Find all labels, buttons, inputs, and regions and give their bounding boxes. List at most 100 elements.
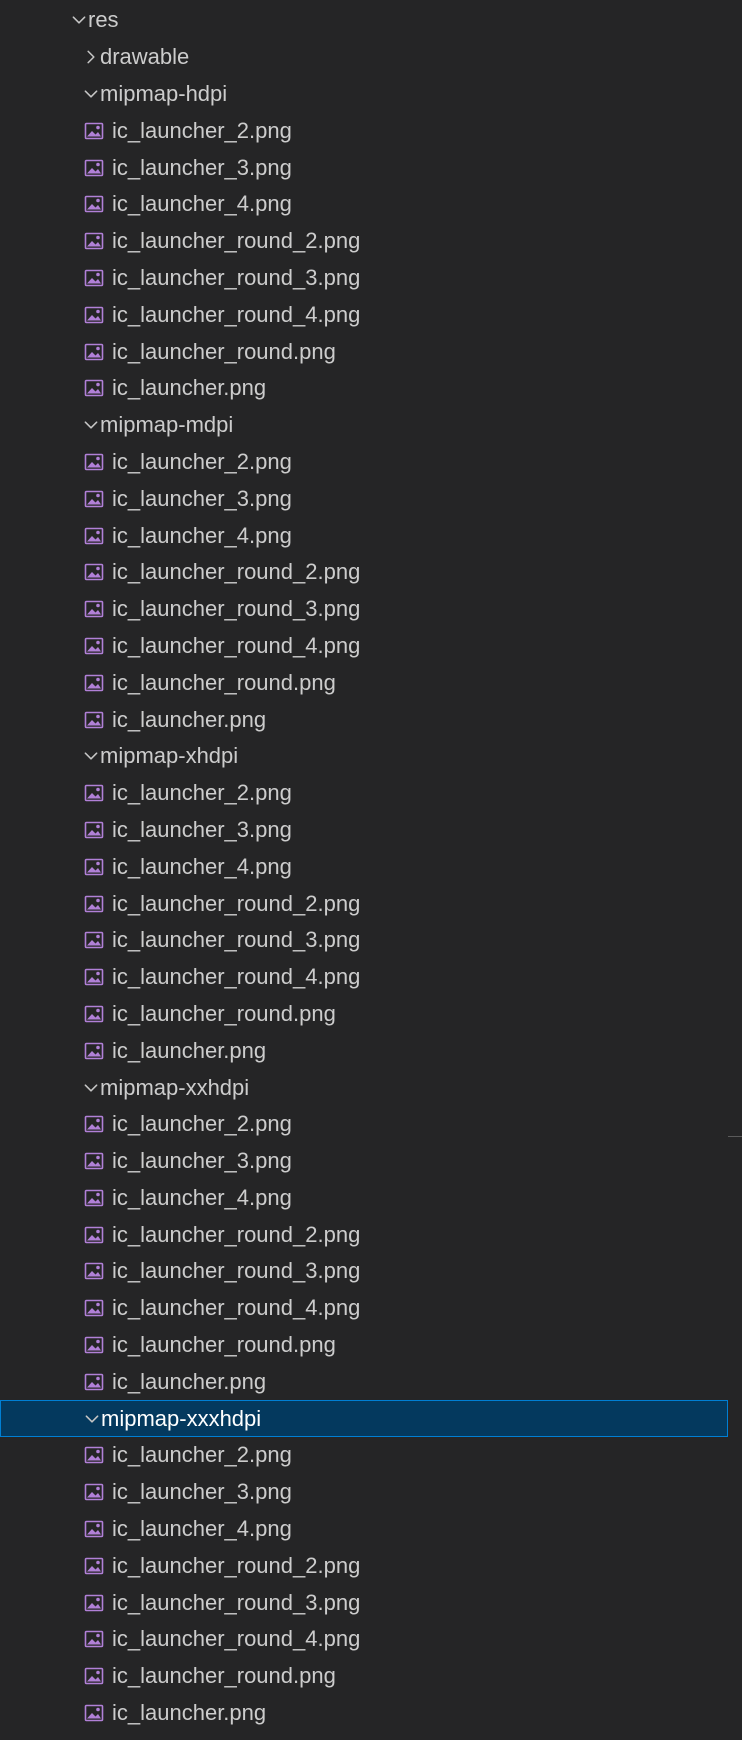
file-row[interactable]: ic_launcher.png xyxy=(0,1363,742,1400)
image-file-icon xyxy=(84,526,104,546)
file-row[interactable]: ic_launcher_2.png xyxy=(0,1106,742,1143)
file-row[interactable]: ic_launcher_4.png xyxy=(0,848,742,885)
image-file-icon xyxy=(84,452,104,472)
folder-row[interactable]: drawable xyxy=(0,39,742,76)
folder-label: mipmap-xxxhdpi xyxy=(101,1405,262,1431)
image-file-icon xyxy=(84,1482,104,1502)
file-row[interactable]: ic_launcher_2.png xyxy=(0,775,742,812)
file-row[interactable]: ic_launcher_round_4.png xyxy=(0,296,742,333)
folder-label: mipmap-hdpi xyxy=(100,80,228,106)
folder-row[interactable]: mipmap-xxhdpi xyxy=(0,1069,742,1106)
file-row[interactable]: ic_launcher_round.png xyxy=(0,1327,742,1364)
image-file-icon xyxy=(84,1225,104,1245)
image-file-icon xyxy=(84,1593,104,1613)
file-label: ic_launcher_round_3.png xyxy=(112,927,361,953)
image-file-icon xyxy=(84,268,104,288)
file-row[interactable]: ic_launcher_3.png xyxy=(0,1143,742,1180)
file-label: ic_launcher_round.png xyxy=(112,1000,336,1026)
file-row[interactable]: ic_launcher_round_3.png xyxy=(0,1253,742,1290)
file-row[interactable]: ic_launcher_2.png xyxy=(0,112,742,149)
file-label: ic_launcher_round_4.png xyxy=(112,301,361,327)
chevron-down-icon[interactable] xyxy=(80,83,102,105)
image-file-icon xyxy=(84,894,104,914)
file-label: ic_launcher_2.png xyxy=(112,1442,292,1468)
image-file-icon xyxy=(84,489,104,509)
file-row[interactable]: ic_launcher_round_4.png xyxy=(0,959,742,996)
file-row[interactable]: ic_launcher_2.png xyxy=(0,1437,742,1474)
image-file-icon xyxy=(84,1519,104,1539)
file-row[interactable]: ic_launcher_round_2.png xyxy=(0,1547,742,1584)
file-row[interactable]: ic_launcher_4.png xyxy=(0,1511,742,1548)
image-file-icon xyxy=(84,1261,104,1281)
file-row[interactable]: ic_launcher_3.png xyxy=(0,812,742,849)
file-label: ic_launcher_round_3.png xyxy=(112,264,361,290)
file-label: ic_launcher_2.png xyxy=(112,1111,292,1137)
file-label: ic_launcher.png xyxy=(112,1037,267,1063)
image-file-icon xyxy=(84,636,104,656)
file-label: ic_launcher_round_3.png xyxy=(112,1258,361,1284)
folder-row[interactable]: mipmap-xhdpi xyxy=(0,738,742,775)
chevron-down-icon[interactable] xyxy=(81,1408,103,1430)
image-file-icon xyxy=(84,562,104,582)
image-file-icon xyxy=(84,1556,104,1576)
file-row[interactable]: ic_launcher_round_2.png xyxy=(0,885,742,922)
file-row[interactable]: ic_launcher.png xyxy=(0,1032,742,1069)
folder-row[interactable]: mipmap-mdpi xyxy=(0,407,742,444)
file-row[interactable]: ic_launcher_4.png xyxy=(0,1180,742,1217)
file-label: ic_launcher_3.png xyxy=(112,154,292,180)
chevron-right-icon[interactable] xyxy=(80,46,102,68)
file-row[interactable]: ic_launcher_round_4.png xyxy=(0,1290,742,1327)
chevron-down-icon[interactable] xyxy=(80,1077,102,1099)
file-row[interactable]: ic_launcher_round.png xyxy=(0,333,742,370)
image-file-icon xyxy=(84,930,104,950)
image-file-icon xyxy=(84,673,104,693)
file-row[interactable]: ic_launcher.png xyxy=(0,1695,742,1732)
folder-label: mipmap-xhdpi xyxy=(100,743,239,769)
image-file-icon xyxy=(84,1666,104,1686)
folder-label: mipmap-xxhdpi xyxy=(100,1074,250,1100)
file-row[interactable]: ic_launcher_2.png xyxy=(0,444,742,481)
file-row[interactable]: ic_launcher_round_2.png xyxy=(0,554,742,591)
file-row[interactable]: ic_launcher_round_3.png xyxy=(0,260,742,297)
folder-row[interactable]: res xyxy=(0,2,742,39)
image-file-icon xyxy=(84,1445,104,1465)
file-row[interactable]: ic_launcher_round.png xyxy=(0,996,742,1033)
file-label: ic_launcher_round_4.png xyxy=(112,1626,361,1652)
file-row[interactable]: ic_launcher_round_2.png xyxy=(0,223,742,260)
chevron-down-icon[interactable] xyxy=(68,9,90,31)
file-row[interactable]: ic_launcher_4.png xyxy=(0,517,742,554)
file-row[interactable]: ic_launcher_3.png xyxy=(0,1474,742,1511)
image-file-icon xyxy=(84,967,104,987)
image-file-icon xyxy=(84,783,104,803)
image-file-icon xyxy=(84,1298,104,1318)
file-row[interactable]: ic_launcher_round_4.png xyxy=(0,628,742,665)
file-row[interactable]: ic_launcher.png xyxy=(0,701,742,738)
image-file-icon xyxy=(84,1151,104,1171)
file-row[interactable]: ic_launcher_4.png xyxy=(0,186,742,223)
file-row[interactable]: ic_launcher_round_4.png xyxy=(0,1621,742,1658)
file-label: ic_launcher_round.png xyxy=(112,1332,336,1358)
chevron-down-icon[interactable] xyxy=(80,414,102,436)
image-file-icon xyxy=(84,1703,104,1723)
image-file-icon xyxy=(84,378,104,398)
folder-row[interactable]: mipmap-hdpi xyxy=(0,76,742,113)
folder-row[interactable]: mipmap-xxxhdpi xyxy=(0,1400,728,1438)
file-row[interactable]: ic_launcher.png xyxy=(0,370,742,407)
image-file-icon xyxy=(84,820,104,840)
file-row[interactable]: ic_launcher_round.png xyxy=(0,664,742,701)
file-row[interactable]: ic_launcher_round_3.png xyxy=(0,591,742,628)
file-label: ic_launcher_3.png xyxy=(112,1148,292,1174)
file-row[interactable]: ic_launcher_round_3.png xyxy=(0,1584,742,1621)
file-row[interactable]: ic_launcher_3.png xyxy=(0,149,742,186)
file-label: ic_launcher.png xyxy=(112,375,267,401)
file-row[interactable]: ic_launcher_round.png xyxy=(0,1658,742,1695)
scrollbar-marker[interactable] xyxy=(728,1136,742,1137)
chevron-down-icon[interactable] xyxy=(80,745,102,767)
image-file-icon xyxy=(84,599,104,619)
image-file-icon xyxy=(84,710,104,730)
file-label: ic_launcher_round.png xyxy=(112,669,336,695)
file-row[interactable]: ic_launcher_round_2.png xyxy=(0,1216,742,1253)
file-row[interactable]: ic_launcher_round_3.png xyxy=(0,922,742,959)
file-row[interactable]: ic_launcher_3.png xyxy=(0,480,742,517)
file-label: ic_launcher_round.png xyxy=(112,1663,336,1689)
